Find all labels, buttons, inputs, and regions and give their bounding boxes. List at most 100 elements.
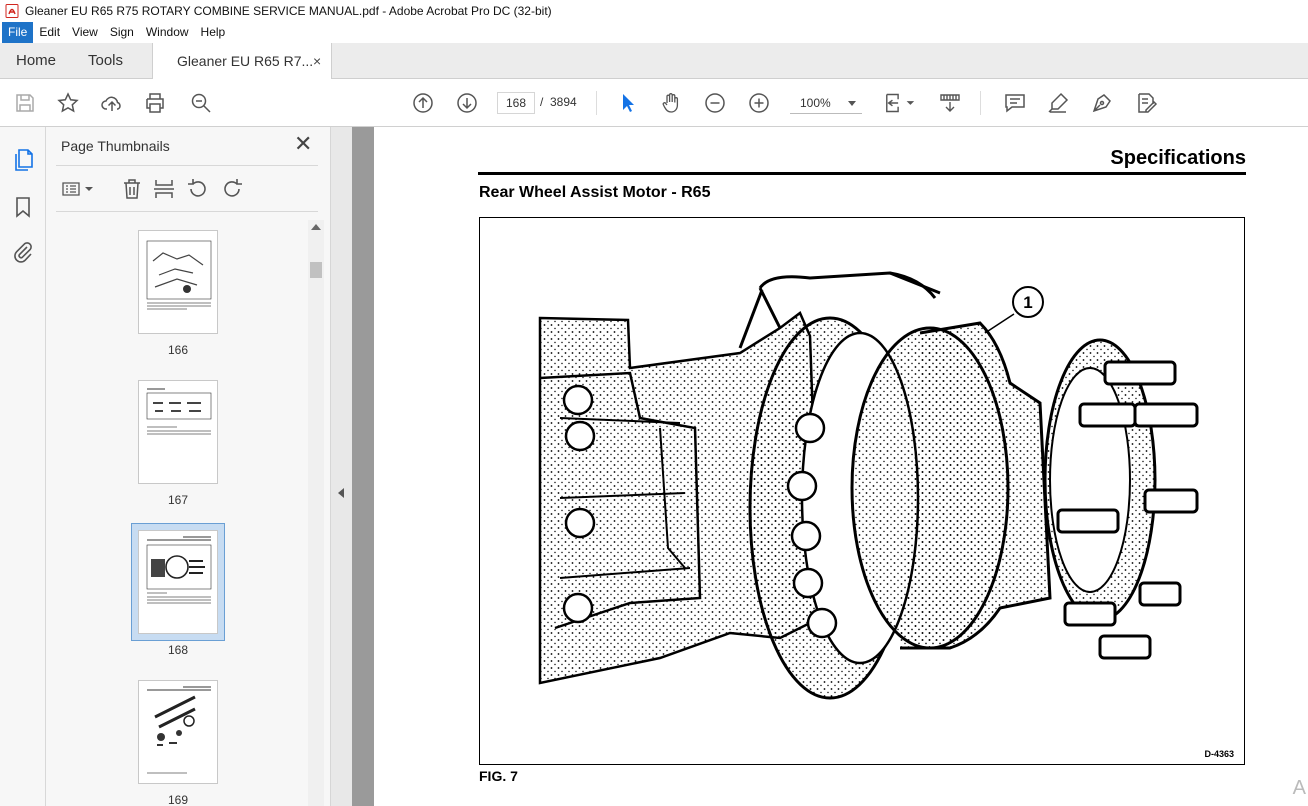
search-icon	[191, 93, 211, 113]
thumbnail-page-number: 166	[167, 343, 189, 357]
tab-bar: Home Tools Gleaner EU R65 R7... ×	[0, 43, 1308, 80]
thumbnail-image	[138, 680, 218, 784]
zoom-in-button[interactable]	[746, 90, 772, 116]
menu-help[interactable]: Help	[195, 22, 232, 43]
thumbnail-page-168[interactable]: 168	[131, 523, 225, 657]
menu-window[interactable]: Window	[140, 22, 195, 43]
toolbar-divider	[980, 91, 981, 115]
menu-bar: File Edit View Sign Window Help	[0, 22, 1308, 43]
corner-fragment: A	[1292, 777, 1306, 799]
menu-view[interactable]: View	[66, 22, 104, 43]
menu-file[interactable]: File	[2, 22, 34, 43]
panel-divider	[56, 211, 318, 212]
arrow-down-circle-icon	[457, 93, 477, 113]
panel-divider	[56, 165, 318, 166]
tab-home[interactable]: Home	[16, 43, 56, 79]
close-tab-button[interactable]: ×	[313, 43, 321, 79]
bookmark-icon[interactable]	[11, 195, 35, 219]
collapse-arrow-icon[interactable]	[338, 488, 344, 498]
thumbnail-scrollbar[interactable]	[308, 220, 324, 806]
menu-sign[interactable]: Sign	[104, 22, 140, 43]
scroll-up-icon[interactable]	[311, 224, 321, 230]
minus-circle-icon	[705, 93, 725, 113]
figure-caption: FIG. 7	[479, 768, 518, 784]
page-display-button[interactable]	[882, 90, 918, 116]
page-header: Specifications	[1110, 147, 1246, 169]
window-title: Gleaner EU R65 R75 ROTARY COMBINE SERVIC…	[25, 4, 552, 18]
rotate-clockwise-icon[interactable]	[220, 177, 244, 201]
section-title: Rear Wheel Assist Motor - R65	[479, 184, 711, 201]
menu-edit[interactable]: Edit	[33, 22, 66, 43]
rotate-counterclockwise-icon[interactable]	[186, 177, 210, 201]
navigation-rail	[0, 127, 46, 806]
thumbnail-options-icon[interactable]	[60, 177, 94, 201]
highlighter-icon	[1048, 92, 1069, 113]
draw-button[interactable]	[1089, 90, 1115, 116]
zoom-level-value: 100%	[800, 96, 831, 110]
star-icon	[57, 92, 79, 113]
page-separator: /	[540, 95, 544, 109]
thumbnail-image	[138, 230, 218, 334]
zoom-out-button[interactable]	[702, 90, 728, 116]
zoom-level-dropdown[interactable]: 100%	[790, 92, 862, 114]
bookmark-star-button[interactable]	[55, 90, 81, 116]
share-button[interactable]	[99, 90, 125, 116]
thumbnail-page-167[interactable]: 167	[138, 380, 218, 507]
document-tab-label: Gleaner EU R65 R7...	[177, 53, 314, 69]
figure-frame: 1 D-4363	[479, 217, 1245, 765]
thumbnail-page-number: 168	[167, 643, 189, 657]
tab-document[interactable]: Gleaner EU R65 R7... ×	[152, 43, 332, 80]
select-tool-button[interactable]	[615, 90, 641, 116]
fill-sign-button[interactable]	[1133, 90, 1159, 116]
fill-sign-icon	[1138, 93, 1158, 113]
save-icon	[16, 94, 34, 112]
paperclip-icon[interactable]	[11, 240, 35, 264]
toolbar-divider	[596, 91, 597, 115]
title-bar: Gleaner EU R65 R75 ROTARY COMBINE SERVIC…	[0, 0, 1308, 22]
comment-icon	[1005, 94, 1025, 113]
comment-button[interactable]	[1002, 90, 1028, 116]
page-thumbnails-icon[interactable]	[11, 148, 35, 172]
trash-icon[interactable]	[120, 177, 144, 201]
close-panel-button[interactable]: ✕	[294, 133, 312, 155]
thumbnail-image	[138, 530, 218, 634]
previous-page-button[interactable]	[410, 90, 436, 116]
document-view: Specifications Rear Wheel Assist Motor -…	[374, 127, 1308, 806]
page-number-input[interactable]: 168	[497, 92, 535, 114]
thumbnail-list: 166 167 168 169	[46, 220, 308, 806]
find-button[interactable]	[188, 90, 214, 116]
hand-tool-button[interactable]	[658, 90, 684, 116]
thumbnail-page-number: 167	[167, 493, 189, 507]
panel-collapse-strip[interactable]	[330, 127, 352, 806]
extract-pages-icon[interactable]	[152, 177, 176, 201]
scrollbar-thumb[interactable]	[310, 262, 322, 278]
arrow-up-circle-icon	[413, 93, 433, 113]
thumbnail-page-number: 169	[167, 793, 189, 806]
print-button[interactable]	[142, 90, 168, 116]
main-toolbar: 168 / 3894 100%	[0, 79, 1308, 127]
figure-code: D-4363	[1204, 749, 1234, 759]
thumbnail-image	[138, 380, 218, 484]
next-page-button[interactable]	[454, 90, 480, 116]
scroll-mode-icon	[940, 94, 960, 112]
thumbnail-page-166[interactable]: 166	[138, 230, 218, 357]
header-rule	[478, 172, 1246, 175]
callout-label: 1	[1023, 293, 1032, 312]
scroll-mode-button[interactable]	[937, 90, 963, 116]
wheel-motor-illustration: 1	[538, 271, 1199, 700]
save-button[interactable]	[12, 90, 38, 116]
panel-title: Page Thumbnails	[61, 138, 170, 154]
thumbnail-page-169[interactable]: 169	[138, 680, 218, 806]
highlight-button[interactable]	[1045, 90, 1071, 116]
hand-icon	[662, 93, 679, 113]
plus-circle-icon	[749, 93, 769, 113]
cursor-arrow-icon	[623, 94, 634, 112]
printer-icon	[146, 93, 164, 113]
page-thumbnails-panel: Page Thumbnails ✕ 166 167 168 169	[46, 127, 330, 806]
total-pages: 3894	[550, 95, 577, 109]
cloud-upload-icon	[101, 96, 121, 111]
acrobat-icon	[5, 4, 19, 18]
chevron-down-icon	[848, 101, 856, 106]
tab-tools[interactable]: Tools	[88, 43, 123, 79]
page-fit-icon	[886, 93, 915, 113]
